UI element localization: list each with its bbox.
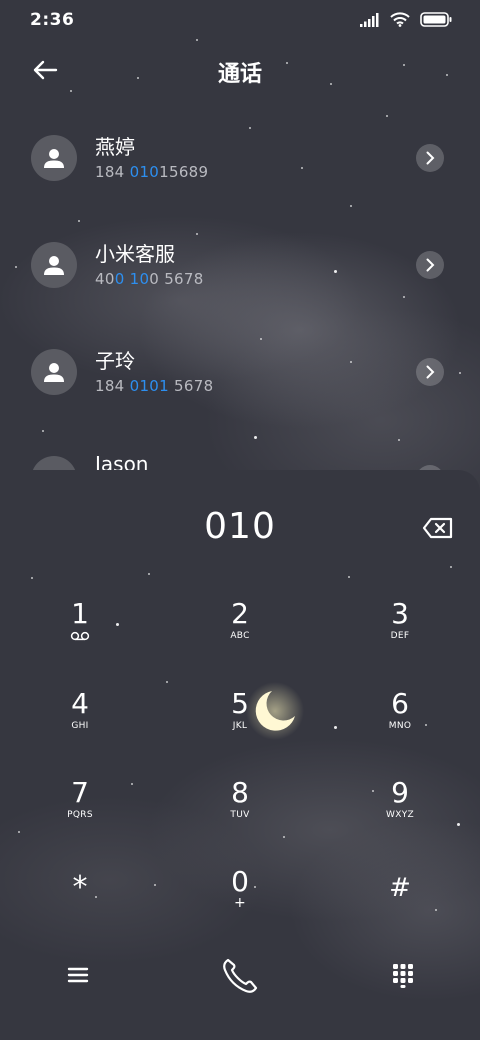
contact-number: 400 100 5678: [95, 270, 204, 288]
dial-key-hash[interactable]: #: [340, 868, 460, 948]
contact-row[interactable]: 燕婷 184 01015689: [0, 135, 480, 225]
phone-call-icon[interactable]: [218, 954, 262, 998]
bottom-action-bar: [0, 948, 480, 1004]
chevron-right-icon: [426, 365, 435, 379]
person-icon: [44, 256, 64, 275]
key-letters: TUV: [230, 810, 250, 820]
contact-row[interactable]: 小米客服 400 100 5678: [0, 242, 480, 332]
crescent-moon-icon: [246, 682, 304, 740]
menu-icon[interactable]: [64, 962, 92, 988]
key-digit: 8: [231, 776, 249, 809]
key-digit: 7: [71, 776, 89, 809]
contact-number: 184 0101 5678: [95, 377, 214, 395]
key-letters: MNO: [388, 721, 412, 731]
dial-key-6[interactable]: 6 MNO: [340, 688, 460, 768]
key-digit: 9: [391, 776, 409, 809]
chevron-right-icon: [426, 258, 435, 272]
key-letters: +: [233, 895, 247, 911]
key-digit: 0: [231, 865, 249, 898]
voicemail-icon: [70, 631, 90, 641]
dial-key-1[interactable]: 1: [20, 598, 140, 678]
key-digit: 2: [231, 597, 249, 630]
status-bar: 2:36: [0, 0, 480, 42]
status-time: 2:36: [30, 10, 75, 30]
person-icon: [44, 149, 64, 168]
key-digit: 6: [391, 687, 409, 720]
contact-name: 子玲: [95, 349, 135, 373]
contact-name: 燕婷: [95, 135, 135, 159]
dial-key-9[interactable]: 9 WXYZ: [340, 777, 460, 857]
dial-key-3[interactable]: 3 DEF: [340, 598, 460, 678]
key-digit: *: [72, 870, 88, 905]
avatar: [31, 135, 77, 181]
battery-icon: [420, 12, 452, 27]
key-digit: 3: [391, 597, 409, 630]
key-digit: #: [389, 873, 411, 903]
contact-row[interactable]: 子玲 184 0101 5678: [0, 349, 480, 439]
avatar: [31, 242, 77, 288]
contact-detail-button[interactable]: [416, 251, 444, 279]
contact-detail-button[interactable]: [416, 358, 444, 386]
key-letters: PQRS: [67, 810, 93, 820]
page-title: 通话: [217, 62, 262, 87]
key-letters: WXYZ: [386, 810, 414, 820]
key-digit: 1: [71, 597, 89, 630]
dial-key-4[interactable]: 4 GHI: [20, 688, 140, 768]
backspace-icon[interactable]: [422, 516, 454, 540]
wifi-icon: [390, 12, 410, 27]
contact-number: 184 01015689: [95, 163, 209, 181]
signal-icon: [360, 12, 379, 27]
dial-input-display[interactable]: 010: [0, 506, 480, 547]
dial-key-2[interactable]: 2 ABC: [180, 598, 300, 678]
dial-key-8[interactable]: 8 TUV: [180, 777, 300, 857]
key-letters: GHI: [71, 721, 89, 731]
person-icon: [44, 363, 64, 382]
chevron-right-icon: [426, 151, 435, 165]
dial-key-star[interactable]: *: [20, 868, 140, 948]
dialpad-toggle-icon[interactable]: [390, 962, 416, 988]
contact-detail-button[interactable]: [416, 144, 444, 172]
header: 通话: [0, 48, 480, 92]
dial-key-0[interactable]: 0 +: [180, 866, 300, 946]
avatar: [31, 349, 77, 395]
dial-key-7[interactable]: 7 PQRS: [20, 777, 140, 857]
contact-name: 小米客服: [95, 242, 175, 266]
key-letters: DEF: [390, 631, 410, 641]
status-icons: [360, 12, 452, 27]
key-letters: ABC: [230, 631, 250, 641]
key-digit: 4: [71, 687, 89, 720]
